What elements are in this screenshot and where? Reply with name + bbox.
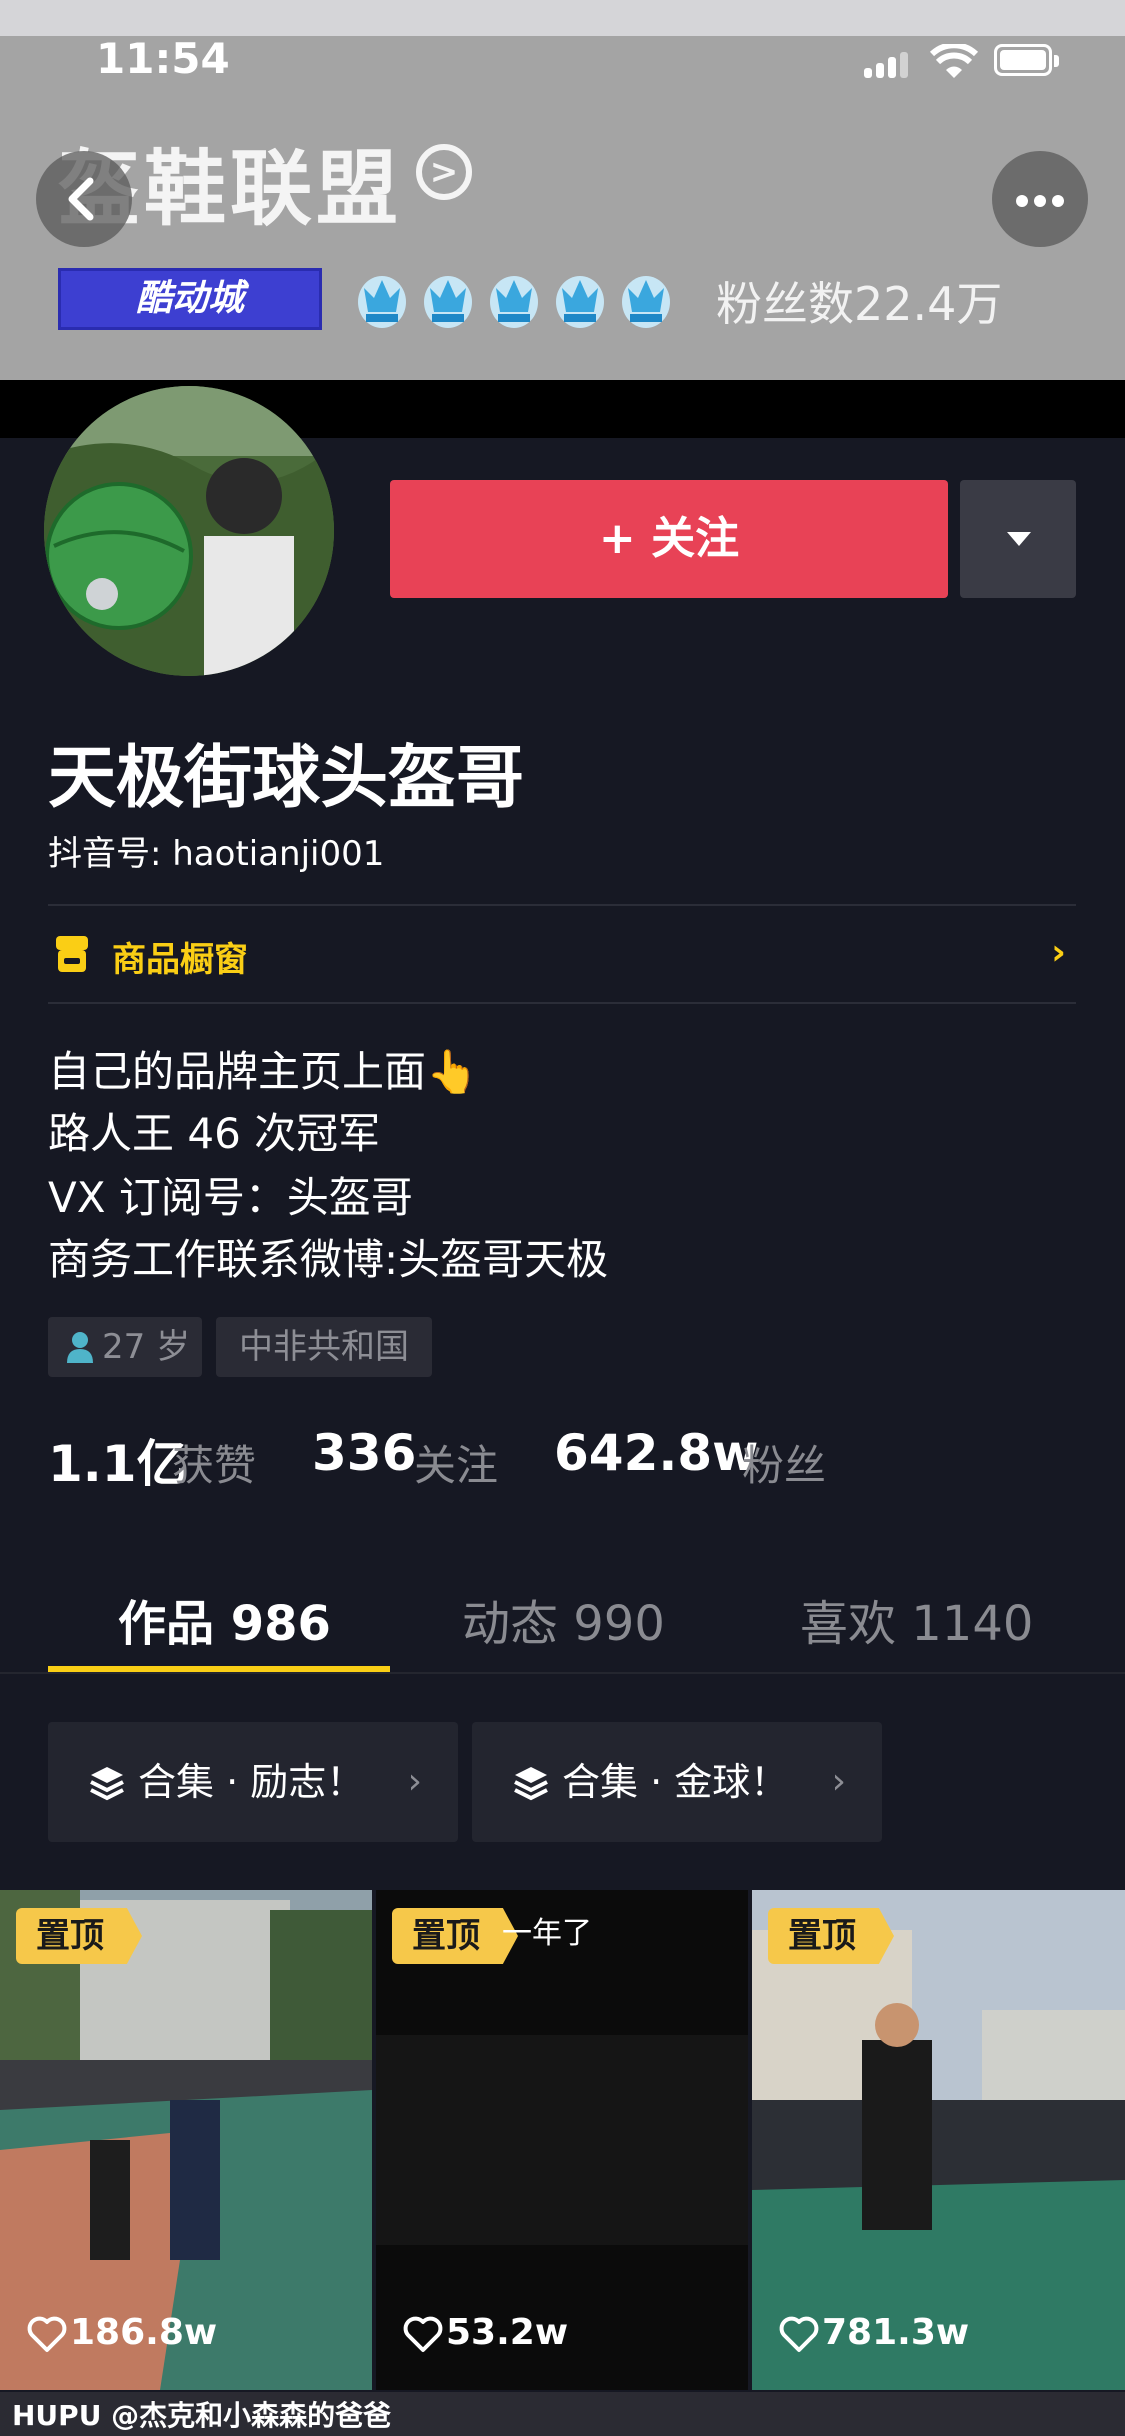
chevron-right-icon: › [1051, 932, 1066, 973]
more-options-button[interactable] [992, 151, 1088, 247]
video-thumbnail[interactable]: 置顶 一年了 53.2w [376, 1890, 748, 2390]
follow-dropdown-button[interactable] [960, 480, 1076, 598]
chevron-right-icon: › [831, 1761, 846, 1802]
avatar[interactable] [44, 386, 334, 676]
tab-moments[interactable]: 动态 990 [462, 1584, 665, 1654]
more-dot-icon [1034, 195, 1046, 207]
likes-count: 1.1亿 [48, 1435, 187, 1493]
layers-icon [90, 1767, 124, 1801]
age-tag: 27 岁 [48, 1317, 202, 1377]
crown-icon [424, 276, 472, 328]
douyin-id: 抖音号: haotianji001 [48, 834, 385, 874]
back-arrow-icon [68, 177, 94, 221]
heart-icon [403, 2316, 443, 2352]
location-tag: 中非共和国 [216, 1317, 432, 1377]
shop-window-label: 商品橱窗 [112, 940, 248, 980]
wifi-icon [930, 44, 978, 78]
video-like-count: 186.8w [70, 2312, 218, 2353]
layers-icon [514, 1767, 548, 1801]
divider [0, 1672, 1125, 1674]
pinned-tag: 置顶 [392, 1908, 518, 1964]
crown-icon [358, 276, 406, 328]
watermark: HUPU @杰克和小森森的爸爸 [12, 2399, 392, 2432]
bio-line: VX 订阅号：头盔哥 [48, 1173, 413, 1222]
crown-icon [622, 276, 670, 328]
collection-label: 合集 · 金球！ [562, 1760, 789, 1804]
collection-label: 合集 · 励志！ [138, 1760, 365, 1804]
video-thumbnail[interactable]: 置顶 781.3w [752, 1890, 1125, 2390]
divider [48, 904, 1076, 906]
back-button[interactable] [36, 151, 132, 247]
tab-works[interactable]: 作品 986 [118, 1584, 331, 1654]
pinned-tag: 置顶 [16, 1908, 142, 1964]
profile-header: 11:54 盔鞋联盟 > 酷动城 粉丝数22.4万 [0, 0, 1125, 380]
video-like-count: 781.3w [822, 2312, 970, 2353]
bio-line: 路人王 46 次冠军 [48, 1109, 381, 1158]
followers-count[interactable]: 642.8w [554, 1424, 758, 1482]
video-caption: 一年了 [502, 1916, 592, 1951]
video-like-count: 53.2w [446, 2312, 569, 2353]
followers-label[interactable]: 粉丝 [742, 1432, 826, 1493]
bio-line: 商务工作联系微博:头盔哥天极 [48, 1235, 609, 1284]
brand-badge: 酷动城 [58, 268, 322, 330]
verified-icon: > [416, 144, 472, 200]
heart-icon [779, 2316, 819, 2352]
header-fans-count: 粉丝数22.4万 [716, 277, 1003, 331]
avatar-image [44, 386, 334, 676]
chevron-right-icon: › [407, 1761, 422, 1802]
following-label[interactable]: 关注 [414, 1432, 498, 1493]
bio-line: 自己的品牌主页上面👆 [48, 1047, 479, 1096]
video-thumbnail[interactable]: 置顶 186.8w [0, 1890, 372, 2390]
divider [48, 1002, 1076, 1004]
battery-icon [994, 44, 1060, 78]
triangle-down-icon [1007, 532, 1031, 546]
profile-name: 天极街球头盔哥 [48, 739, 525, 818]
age-text: 27 岁 [102, 1327, 191, 1367]
pinned-tag: 置顶 [768, 1908, 894, 1964]
more-dot-icon [1052, 195, 1064, 207]
follow-button[interactable]: + 关注 [390, 480, 948, 598]
likes-label: 获赞 [172, 1441, 257, 1490]
collection-button[interactable]: 合集 · 金球！ › [472, 1722, 882, 1842]
tab-likes[interactable]: 喜欢 1140 [800, 1584, 1033, 1654]
shop-icon [56, 936, 88, 972]
header-top-strip [0, 0, 1125, 36]
more-dot-icon [1016, 195, 1028, 207]
collection-button[interactable]: 合集 · 励志！ › [48, 1722, 458, 1842]
crown-icon [490, 276, 538, 328]
following-count[interactable]: 336 [312, 1424, 416, 1482]
crown-icon [556, 276, 604, 328]
heart-icon [27, 2316, 67, 2352]
status-time: 11:54 [96, 34, 230, 83]
person-icon [67, 1332, 93, 1363]
signal-icon [864, 52, 910, 78]
shop-window-row[interactable]: 商品橱窗 › [48, 908, 1076, 1002]
